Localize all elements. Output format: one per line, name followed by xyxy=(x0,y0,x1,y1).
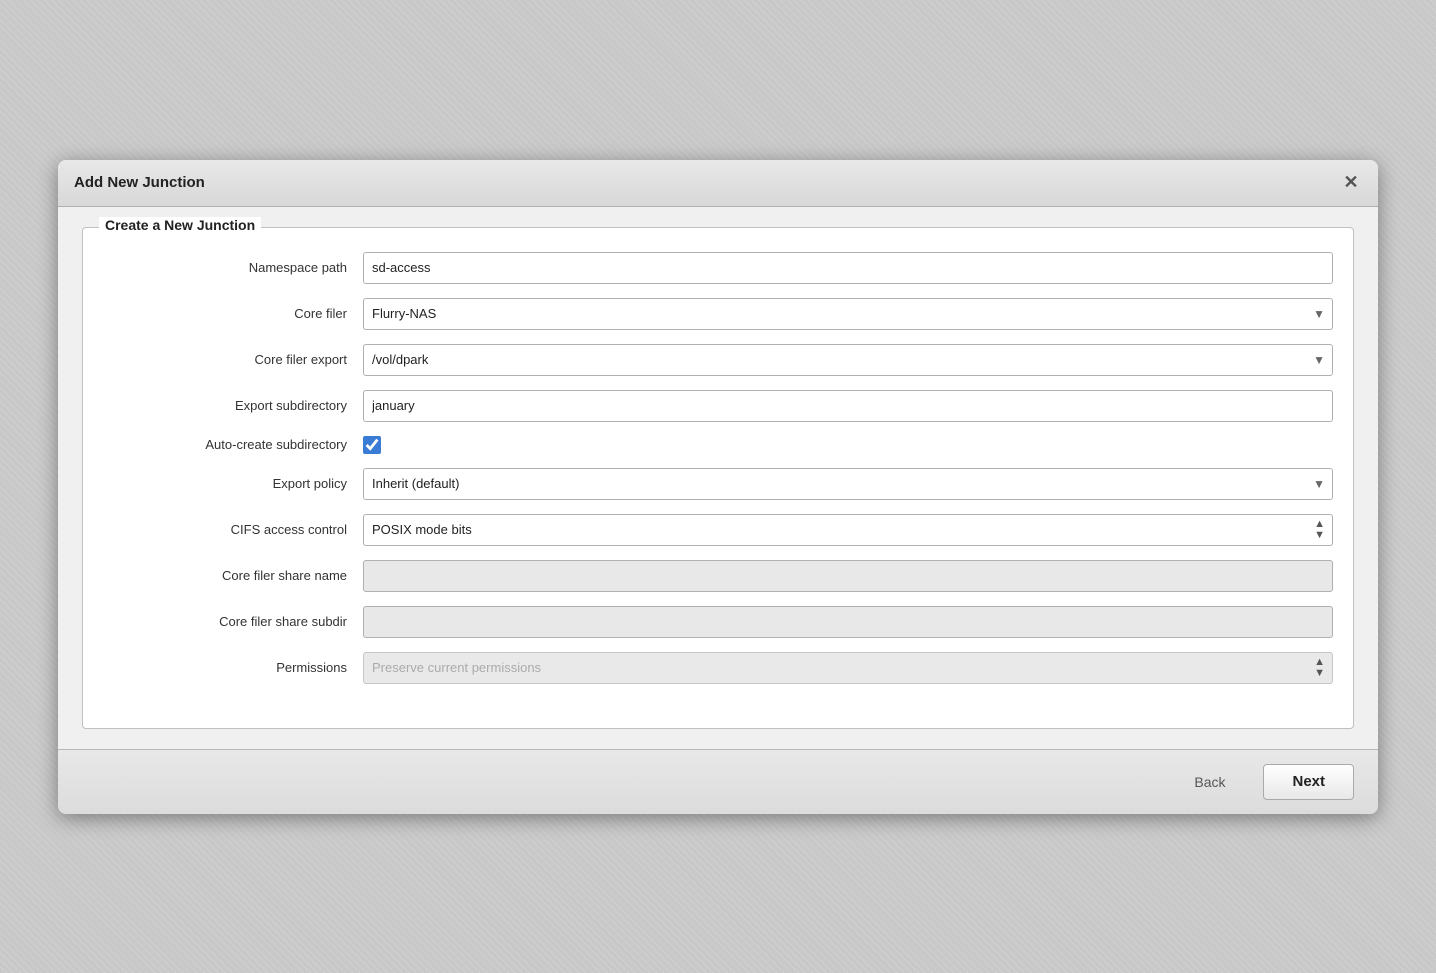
export-subdirectory-control xyxy=(363,390,1333,422)
close-button[interactable]: ✕ xyxy=(1340,172,1362,194)
core-filer-share-subdir-control xyxy=(363,606,1333,638)
cifs-access-control: POSIX mode bits ▲ ▼ xyxy=(363,514,1333,546)
namespace-path-label: Namespace path xyxy=(103,260,363,275)
form-section: Create a New Junction Namespace path Cor… xyxy=(82,227,1354,729)
next-button[interactable]: Next xyxy=(1263,764,1354,800)
cifs-access-select[interactable]: POSIX mode bits xyxy=(363,514,1333,546)
core-filer-control: Flurry-NAS ▼ xyxy=(363,298,1333,330)
section-title: Create a New Junction xyxy=(99,217,261,233)
dialog-body: Create a New Junction Namespace path Cor… xyxy=(58,207,1378,749)
namespace-path-control xyxy=(363,252,1333,284)
core-filer-share-subdir-label: Core filer share subdir xyxy=(103,614,363,629)
export-subdirectory-row: Export subdirectory xyxy=(103,390,1333,422)
core-filer-share-name-row: Core filer share name xyxy=(103,560,1333,592)
export-subdirectory-input[interactable] xyxy=(363,390,1333,422)
permissions-row: Permissions Preserve current permissions… xyxy=(103,652,1333,684)
core-filer-export-row: Core filer export /vol/dpark ▼ xyxy=(103,344,1333,376)
permissions-label: Permissions xyxy=(103,660,363,675)
auto-create-control xyxy=(363,436,1333,454)
core-filer-export-select[interactable]: /vol/dpark xyxy=(363,344,1333,376)
namespace-path-row: Namespace path xyxy=(103,252,1333,284)
dialog-title: Add New Junction xyxy=(74,174,205,191)
core-filer-export-control: /vol/dpark ▼ xyxy=(363,344,1333,376)
core-filer-export-label: Core filer export xyxy=(103,352,363,367)
export-policy-select[interactable]: Inherit (default) xyxy=(363,468,1333,500)
export-policy-control: Inherit (default) ▼ xyxy=(363,468,1333,500)
auto-create-row: Auto-create subdirectory xyxy=(103,436,1333,454)
core-filer-share-name-control xyxy=(363,560,1333,592)
export-policy-row: Export policy Inherit (default) ▼ xyxy=(103,468,1333,500)
namespace-path-input[interactable] xyxy=(363,252,1333,284)
core-filer-share-subdir-input xyxy=(363,606,1333,638)
core-filer-select[interactable]: Flurry-NAS xyxy=(363,298,1333,330)
auto-create-checkbox[interactable] xyxy=(363,436,381,454)
auto-create-label: Auto-create subdirectory xyxy=(103,437,363,452)
core-filer-share-name-input xyxy=(363,560,1333,592)
cifs-access-label: CIFS access control xyxy=(103,522,363,537)
core-filer-share-subdir-row: Core filer share subdir xyxy=(103,606,1333,638)
dialog-footer: Back Next xyxy=(58,749,1378,814)
export-subdirectory-label: Export subdirectory xyxy=(103,398,363,413)
permissions-control: Preserve current permissions ▲ ▼ xyxy=(363,652,1333,684)
core-filer-label: Core filer xyxy=(103,306,363,321)
export-policy-label: Export policy xyxy=(103,476,363,491)
add-new-junction-dialog: Add New Junction ✕ Create a New Junction… xyxy=(58,160,1378,814)
permissions-select: Preserve current permissions xyxy=(363,652,1333,684)
core-filer-row: Core filer Flurry-NAS ▼ xyxy=(103,298,1333,330)
back-button[interactable]: Back xyxy=(1166,764,1253,800)
dialog-titlebar: Add New Junction ✕ xyxy=(58,160,1378,207)
cifs-access-row: CIFS access control POSIX mode bits ▲ ▼ xyxy=(103,514,1333,546)
core-filer-share-name-label: Core filer share name xyxy=(103,568,363,583)
